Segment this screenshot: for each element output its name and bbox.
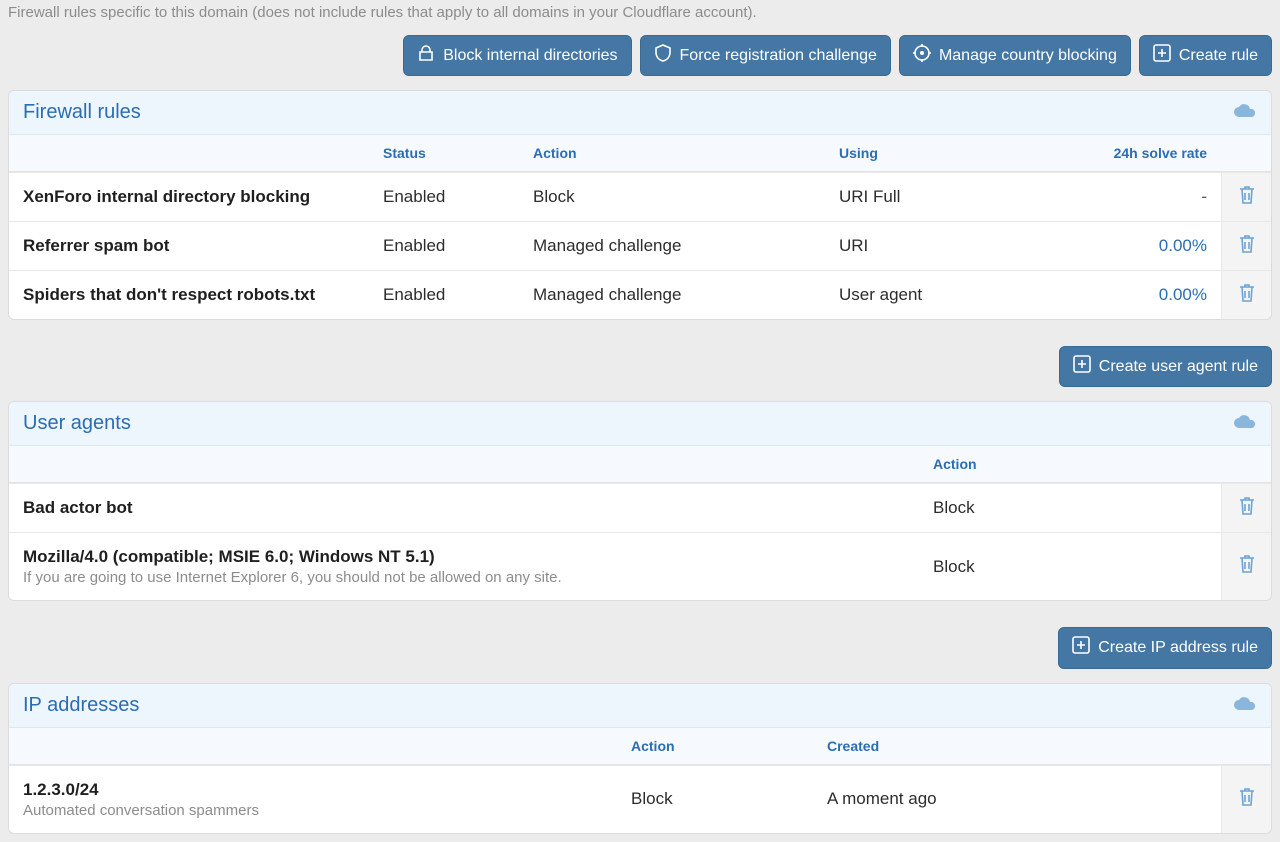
page-description: Firewall rules specific to this domain (… [8, 0, 1272, 35]
delete-button[interactable] [1222, 173, 1271, 221]
cloud-icon [1233, 414, 1257, 433]
table-row[interactable]: Referrer spam bot Enabled Managed challe… [9, 221, 1271, 270]
rule-action: Block [519, 173, 825, 221]
create-ip-address-rule-button[interactable]: Create IP address rule [1058, 627, 1272, 668]
col-status: Status [369, 135, 519, 171]
rule-sub: If you are going to use Internet Explore… [23, 569, 905, 586]
rule-name: XenForo internal directory blocking [9, 173, 369, 221]
button-label: Create rule [1179, 46, 1258, 65]
rule-action: Managed challenge [519, 271, 825, 319]
rule-status: Enabled [369, 271, 519, 319]
table-row[interactable]: Mozilla/4.0 (compatible; MSIE 6.0; Windo… [9, 532, 1271, 600]
block-internal-directories-button[interactable]: Block internal directories [403, 35, 631, 76]
col-action: Action [617, 728, 813, 764]
panel-header: User agents [9, 402, 1271, 446]
rule-name: Referrer spam bot [9, 222, 369, 270]
trash-icon [1237, 233, 1257, 260]
col-using: Using [825, 135, 1091, 171]
column-header-row: Action Created [9, 728, 1271, 765]
rule-name: Bad actor bot [23, 498, 905, 518]
column-header-row: Action [9, 446, 1271, 483]
rule-action: Block [919, 543, 1221, 591]
col-action: Action [519, 135, 825, 171]
rule-using: User agent [825, 271, 1091, 319]
rule-rate: - [1091, 173, 1221, 221]
rule-name: Spiders that don't respect robots.txt [9, 271, 369, 319]
rule-action: Managed challenge [519, 222, 825, 270]
trash-icon [1237, 495, 1257, 522]
trash-icon [1237, 786, 1257, 813]
rule-status: Enabled [369, 173, 519, 221]
rule-sub: Automated conversation spammers [23, 802, 603, 819]
shield-icon [654, 44, 672, 67]
lock-icon [417, 44, 435, 67]
cloud-icon [1233, 103, 1257, 122]
force-registration-challenge-button[interactable]: Force registration challenge [640, 35, 891, 76]
panel-header: Firewall rules [9, 91, 1271, 135]
delete-button[interactable] [1222, 484, 1271, 532]
table-row[interactable]: XenForo internal directory blocking Enab… [9, 172, 1271, 221]
col-rate: 24h solve rate [1091, 135, 1221, 171]
cloud-icon [1233, 696, 1257, 715]
firewall-rules-panel: Firewall rules Status Action Using 24h s… [8, 90, 1272, 320]
rule-status: Enabled [369, 222, 519, 270]
col-created: Created [813, 728, 1221, 764]
button-label: Create user agent rule [1099, 357, 1258, 376]
user-agents-panel: User agents Action Bad actor bot Block M… [8, 401, 1272, 601]
trash-icon [1237, 553, 1257, 580]
button-label: Block internal directories [443, 46, 617, 65]
ua-action-row: Create user agent rule [8, 346, 1272, 387]
delete-button[interactable] [1222, 271, 1271, 319]
rule-name: 1.2.3.0/24 [23, 780, 603, 800]
col-action: Action [919, 446, 1221, 482]
panel-title: Firewall rules [23, 101, 141, 124]
button-label: Manage country blocking [939, 46, 1117, 65]
delete-button[interactable] [1222, 533, 1271, 600]
ip-addresses-panel: IP addresses Action Created 1.2.3.0/24 A… [8, 683, 1272, 834]
panel-header: IP addresses [9, 684, 1271, 728]
top-action-row: Block internal directories Force registr… [8, 35, 1272, 76]
rule-action: Block [919, 484, 1221, 532]
table-row[interactable]: Bad actor bot Block [9, 483, 1271, 532]
table-row[interactable]: 1.2.3.0/24 Automated conversation spamme… [9, 765, 1271, 833]
panel-title: IP addresses [23, 694, 139, 717]
trash-icon [1237, 282, 1257, 309]
manage-country-blocking-button[interactable]: Manage country blocking [899, 35, 1131, 76]
column-header-row: Status Action Using 24h solve rate [9, 135, 1271, 172]
delete-button[interactable] [1222, 222, 1271, 270]
panel-title: User agents [23, 412, 131, 435]
table-row[interactable]: Spiders that don't respect robots.txt En… [9, 270, 1271, 319]
rule-name: Mozilla/4.0 (compatible; MSIE 6.0; Windo… [23, 547, 905, 567]
delete-button[interactable] [1222, 766, 1271, 833]
rule-using: URI [825, 222, 1091, 270]
button-label: Force registration challenge [680, 46, 877, 65]
rule-rate: 0.00% [1091, 271, 1221, 319]
target-icon [913, 44, 931, 67]
plus-icon [1153, 44, 1171, 67]
plus-icon [1073, 355, 1091, 378]
ip-action-row: Create IP address rule [8, 627, 1272, 668]
rule-rate: 0.00% [1091, 222, 1221, 270]
create-user-agent-rule-button[interactable]: Create user agent rule [1059, 346, 1272, 387]
rule-created: A moment ago [813, 775, 1221, 823]
plus-icon [1072, 636, 1090, 659]
create-rule-button[interactable]: Create rule [1139, 35, 1272, 76]
button-label: Create IP address rule [1098, 638, 1258, 657]
rule-action: Block [617, 775, 813, 823]
trash-icon [1237, 184, 1257, 211]
rule-using: URI Full [825, 173, 1091, 221]
